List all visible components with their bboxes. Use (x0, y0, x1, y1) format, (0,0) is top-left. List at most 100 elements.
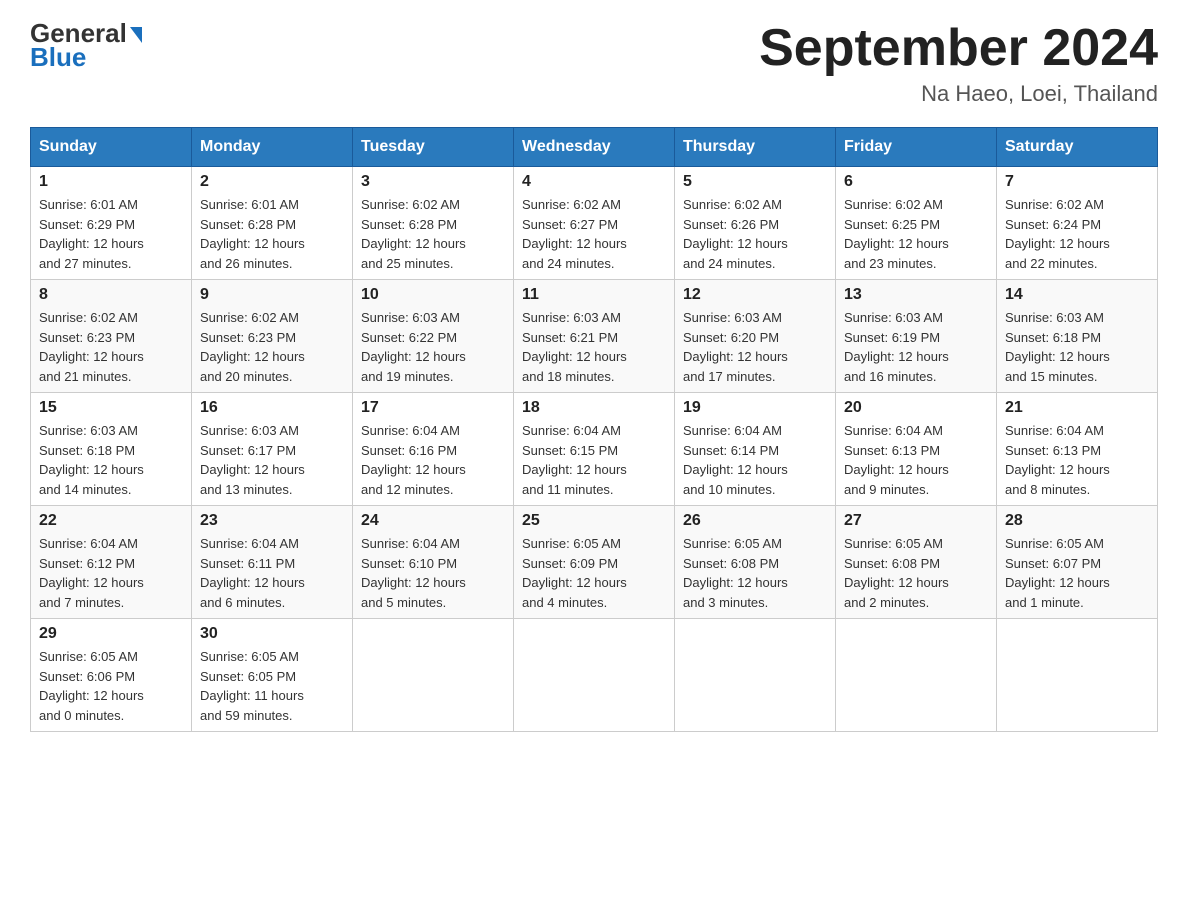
day-number: 8 (39, 286, 183, 304)
calendar-cell: 11 Sunrise: 6:03 AMSunset: 6:21 PMDayligh… (514, 280, 675, 393)
calendar-cell: 2 Sunrise: 6:01 AMSunset: 6:28 PMDaylight… (192, 167, 353, 280)
weekday-header-tuesday: Tuesday (353, 128, 514, 167)
day-info: Sunrise: 6:01 AMSunset: 6:28 PMDaylight:… (200, 195, 344, 273)
day-number: 3 (361, 173, 505, 191)
calendar-cell: 17Sunrise: 6:04 AMSunset: 6:16 PMDayligh… (353, 393, 514, 506)
calendar-title: September 2024 (759, 20, 1158, 77)
calendar-week-row: 1Sunrise: 6:01 AMSunset: 6:29 PMDaylight… (31, 167, 1158, 280)
day-info: Sunrise: 6:04 AMSunset: 6:13 PMDaylight:… (1005, 421, 1149, 499)
calendar-cell (997, 619, 1158, 732)
calendar-cell: 23Sunrise: 6:04 AMSunset: 6:11 PMDayligh… (192, 506, 353, 619)
day-number: 25 (522, 512, 666, 530)
weekday-header-monday: Monday (192, 128, 353, 167)
calendar-cell (836, 619, 997, 732)
calendar-cell: 1Sunrise: 6:01 AMSunset: 6:29 PMDaylight… (31, 167, 192, 280)
day-number: 17 (361, 399, 505, 417)
calendar-week-row: 15 Sunrise: 6:03 AMSunset: 6:18 PMDayligh… (31, 393, 1158, 506)
day-info: Sunrise: 6:01 AMSunset: 6:29 PMDaylight:… (39, 195, 183, 273)
calendar-cell: 26Sunrise: 6:05 AMSunset: 6:08 PMDayligh… (675, 506, 836, 619)
day-number: 10 (361, 286, 505, 304)
day-info: Sunrise: 6:02 AMSunset: 6:26 PMDaylight:… (683, 195, 827, 273)
day-info: Sunrise: 6:05 AMSunset: 6:09 PMDaylight:… (522, 534, 666, 612)
calendar-week-row: 8 Sunrise: 6:02 AMSunset: 6:23 PMDaylight… (31, 280, 1158, 393)
calendar-cell: 7 Sunrise: 6:02 AMSunset: 6:24 PMDaylight… (997, 167, 1158, 280)
calendar-cell: 12Sunrise: 6:03 AMSunset: 6:20 PMDayligh… (675, 280, 836, 393)
calendar-cell: 19 Sunrise: 6:04 AMSunset: 6:14 PMDayligh… (675, 393, 836, 506)
calendar-header: September 2024 Na Haeo, Loei, Thailand (759, 20, 1158, 107)
header: General Blue September 2024 Na Haeo, Loe… (30, 20, 1158, 107)
day-number: 30 (200, 625, 344, 643)
calendar-table: SundayMondayTuesdayWednesdayThursdayFrid… (30, 127, 1158, 732)
calendar-cell: 21Sunrise: 6:04 AMSunset: 6:13 PMDayligh… (997, 393, 1158, 506)
calendar-cell (675, 619, 836, 732)
day-number: 26 (683, 512, 827, 530)
weekday-header-sunday: Sunday (31, 128, 192, 167)
day-number: 15 (39, 399, 183, 417)
day-info: Sunrise: 6:03 AMSunset: 6:19 PMDaylight:… (844, 308, 988, 386)
day-info: Sunrise: 6:02 AMSunset: 6:23 PMDaylight:… (39, 308, 183, 386)
day-info: Sunrise: 6:04 AMSunset: 6:10 PMDaylight:… (361, 534, 505, 612)
day-info: Sunrise: 6:02 AMSunset: 6:24 PMDaylight:… (1005, 195, 1149, 273)
calendar-week-row: 29 Sunrise: 6:05 AMSunset: 6:06 PMDayligh… (31, 619, 1158, 732)
day-info: Sunrise: 6:03 AMSunset: 6:20 PMDaylight:… (683, 308, 827, 386)
calendar-cell: 3 Sunrise: 6:02 AMSunset: 6:28 PMDaylight… (353, 167, 514, 280)
calendar-cell: 13 Sunrise: 6:03 AMSunset: 6:19 PMDayligh… (836, 280, 997, 393)
day-number: 2 (200, 173, 344, 191)
day-number: 19 (683, 399, 827, 417)
calendar-cell: 10 Sunrise: 6:03 AMSunset: 6:22 PMDayligh… (353, 280, 514, 393)
day-info: Sunrise: 6:02 AMSunset: 6:25 PMDaylight:… (844, 195, 988, 273)
calendar-cell: 20 Sunrise: 6:04 AMSunset: 6:13 PMDayligh… (836, 393, 997, 506)
day-info: Sunrise: 6:03 AMSunset: 6:17 PMDaylight:… (200, 421, 344, 499)
calendar-cell: 25 Sunrise: 6:05 AMSunset: 6:09 PMDayligh… (514, 506, 675, 619)
day-number: 5 (683, 173, 827, 191)
day-info: Sunrise: 6:05 AMSunset: 6:06 PMDaylight:… (39, 647, 183, 725)
calendar-week-row: 22 Sunrise: 6:04 AMSunset: 6:12 PMDayligh… (31, 506, 1158, 619)
day-number: 13 (844, 286, 988, 304)
weekday-header-row: SundayMondayTuesdayWednesdayThursdayFrid… (31, 128, 1158, 167)
day-number: 7 (1005, 173, 1149, 191)
day-info: Sunrise: 6:03 AMSunset: 6:18 PMDaylight:… (39, 421, 183, 499)
day-number: 28 (1005, 512, 1149, 530)
day-info: Sunrise: 6:03 AMSunset: 6:22 PMDaylight:… (361, 308, 505, 386)
weekday-header-thursday: Thursday (675, 128, 836, 167)
calendar-cell: 9 Sunrise: 6:02 AMSunset: 6:23 PMDaylight… (192, 280, 353, 393)
day-info: Sunrise: 6:04 AMSunset: 6:13 PMDaylight:… (844, 421, 988, 499)
day-info: Sunrise: 6:03 AMSunset: 6:21 PMDaylight:… (522, 308, 666, 386)
day-info: Sunrise: 6:05 AMSunset: 6:05 PMDaylight:… (200, 647, 344, 725)
day-info: Sunrise: 6:03 AMSunset: 6:18 PMDaylight:… (1005, 308, 1149, 386)
calendar-cell: 28Sunrise: 6:05 AMSunset: 6:07 PMDayligh… (997, 506, 1158, 619)
day-number: 29 (39, 625, 183, 643)
day-number: 16 (200, 399, 344, 417)
calendar-cell: 29 Sunrise: 6:05 AMSunset: 6:06 PMDayligh… (31, 619, 192, 732)
day-number: 18 (522, 399, 666, 417)
day-number: 14 (1005, 286, 1149, 304)
calendar-cell: 16 Sunrise: 6:03 AMSunset: 6:17 PMDayligh… (192, 393, 353, 506)
calendar-cell: 4Sunrise: 6:02 AMSunset: 6:27 PMDaylight… (514, 167, 675, 280)
weekday-header-wednesday: Wednesday (514, 128, 675, 167)
calendar-cell: 22 Sunrise: 6:04 AMSunset: 6:12 PMDayligh… (31, 506, 192, 619)
logo: General Blue (30, 20, 142, 73)
day-info: Sunrise: 6:02 AMSunset: 6:28 PMDaylight:… (361, 195, 505, 273)
day-number: 9 (200, 286, 344, 304)
day-number: 27 (844, 512, 988, 530)
calendar-cell: 30 Sunrise: 6:05 AMSunset: 6:05 PMDayligh… (192, 619, 353, 732)
day-number: 6 (844, 173, 988, 191)
calendar-cell: 15 Sunrise: 6:03 AMSunset: 6:18 PMDayligh… (31, 393, 192, 506)
calendar-cell: 6 Sunrise: 6:02 AMSunset: 6:25 PMDaylight… (836, 167, 997, 280)
day-number: 11 (522, 286, 666, 304)
day-info: Sunrise: 6:04 AMSunset: 6:11 PMDaylight:… (200, 534, 344, 612)
weekday-header-friday: Friday (836, 128, 997, 167)
day-number: 22 (39, 512, 183, 530)
calendar-cell: 8 Sunrise: 6:02 AMSunset: 6:23 PMDaylight… (31, 280, 192, 393)
day-info: Sunrise: 6:05 AMSunset: 6:08 PMDaylight:… (844, 534, 988, 612)
day-info: Sunrise: 6:04 AMSunset: 6:15 PMDaylight:… (522, 421, 666, 499)
day-number: 20 (844, 399, 988, 417)
calendar-cell: 5 Sunrise: 6:02 AMSunset: 6:26 PMDaylight… (675, 167, 836, 280)
weekday-header-saturday: Saturday (997, 128, 1158, 167)
day-info: Sunrise: 6:04 AMSunset: 6:12 PMDaylight:… (39, 534, 183, 612)
calendar-cell (514, 619, 675, 732)
calendar-cell (353, 619, 514, 732)
day-info: Sunrise: 6:02 AMSunset: 6:23 PMDaylight:… (200, 308, 344, 386)
day-info: Sunrise: 6:04 AMSunset: 6:14 PMDaylight:… (683, 421, 827, 499)
calendar-cell: 24Sunrise: 6:04 AMSunset: 6:10 PMDayligh… (353, 506, 514, 619)
